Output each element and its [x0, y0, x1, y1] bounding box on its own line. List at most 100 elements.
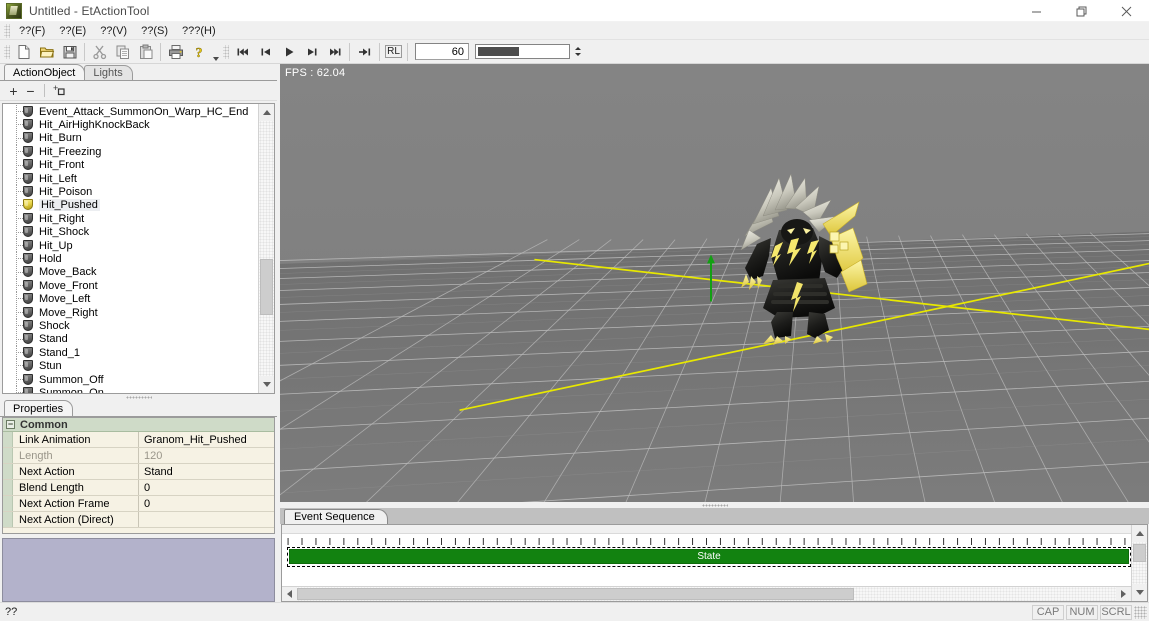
collapse-icon[interactable]: −: [6, 420, 15, 429]
tab-properties[interactable]: Properties: [4, 400, 74, 416]
tree-item[interactable]: Hit_Front: [3, 158, 258, 172]
step-forward-icon[interactable]: [300, 41, 323, 63]
timeline-scroll-track[interactable]: [297, 587, 1116, 601]
skip-to-end-icon[interactable]: [323, 41, 346, 63]
timeline-vertical-scrollbar[interactable]: [1131, 525, 1147, 601]
maximize-button[interactable]: [1059, 0, 1104, 22]
timeline-scroll-thumb[interactable]: [297, 588, 854, 600]
toolbar-drag-grip-1[interactable]: [4, 44, 10, 59]
floppy-disk-icon[interactable]: [58, 41, 81, 63]
property-row[interactable]: Blend Length 0: [3, 480, 274, 496]
add-item-button[interactable]: +: [5, 82, 22, 99]
viewport-3d[interactable]: FPS : 62.04: [280, 64, 1149, 502]
remove-item-button[interactable]: −: [22, 82, 39, 99]
tree-item[interactable]: Hit_Shock: [3, 225, 258, 239]
tree-item[interactable]: Move_Left: [3, 292, 258, 306]
property-value[interactable]: [139, 512, 274, 527]
tree-scroll-down-button[interactable]: [259, 376, 274, 393]
tree-item[interactable]: Summon_On: [3, 386, 258, 393]
scissors-icon[interactable]: [88, 41, 111, 63]
tree-item[interactable]: Hit_Up: [3, 238, 258, 253]
property-value[interactable]: 0: [139, 480, 274, 495]
menu-settings[interactable]: ??(S): [134, 23, 175, 39]
tree-item[interactable]: Hit_Pushed: [3, 198, 258, 213]
timeline-vscroll-thumb[interactable]: [1133, 544, 1146, 562]
tree-item[interactable]: Hold: [3, 252, 258, 266]
tree-item[interactable]: Event_Attack_SummonOn_Warp_HC_End: [3, 105, 258, 119]
question-key-icon[interactable]: ?: [187, 41, 210, 63]
clipboard-icon[interactable]: [134, 41, 157, 63]
jump-to-end-icon[interactable]: [353, 41, 376, 63]
tree-item[interactable]: Shock: [3, 319, 258, 333]
new-folder-icon[interactable]: +: [50, 82, 67, 99]
timeline-scroll-down-button[interactable]: [1132, 584, 1147, 601]
tree-item[interactable]: Hit_Burn: [3, 131, 258, 146]
tree-item[interactable]: Stun: [3, 359, 258, 373]
open-folder-icon[interactable]: [35, 41, 58, 63]
timeline-scroll-up-button[interactable]: [1132, 525, 1147, 542]
close-button[interactable]: [1104, 0, 1149, 22]
tree-vertical-scrollbar[interactable]: [258, 104, 274, 393]
timeline-scroll-left-button[interactable]: [282, 587, 297, 601]
tree-item[interactable]: Hit_Poison: [3, 185, 258, 199]
copy-icon[interactable]: [111, 41, 134, 63]
toolbar-drag-grip-2[interactable]: [223, 44, 229, 59]
tree-scroll-thumb[interactable]: [260, 258, 273, 315]
tree-item[interactable]: Move_Back: [3, 265, 258, 280]
property-row[interactable]: Next Action Stand: [3, 464, 274, 480]
shield-glyph: [23, 373, 33, 385]
tree-item[interactable]: Stand_1: [3, 346, 258, 360]
menu-edit[interactable]: ??(E): [52, 23, 93, 39]
property-category-common[interactable]: − Common: [3, 418, 274, 432]
property-row[interactable]: Link Animation Granom_Hit_Pushed: [3, 432, 274, 448]
property-value[interactable]: 120: [139, 448, 274, 463]
skip-to-start-icon[interactable]: [231, 41, 254, 63]
chevron-down-icon: [262, 382, 271, 387]
property-row[interactable]: Next Action (Direct): [3, 512, 274, 528]
tree-item[interactable]: Stand: [3, 332, 258, 347]
property-value[interactable]: Stand: [139, 464, 274, 479]
loop-range-button[interactable]: RL: [383, 41, 404, 63]
minimize-button[interactable]: [1014, 0, 1059, 22]
menu-drag-grip[interactable]: [4, 23, 10, 38]
window-resize-grip[interactable]: [1134, 605, 1147, 619]
frame-number-input[interactable]: 60: [415, 43, 469, 60]
tree-scroll-track[interactable]: [259, 121, 274, 376]
frame-slider[interactable]: [475, 44, 570, 59]
timeline-track-area[interactable]: State: [282, 547, 1131, 586]
timeline-scroll-right-button[interactable]: [1116, 587, 1131, 601]
menu-help[interactable]: ???(H): [175, 23, 223, 39]
tree-item[interactable]: Move_Right: [3, 305, 258, 320]
timeline-vscroll-track[interactable]: [1132, 542, 1147, 584]
tab-actionobject[interactable]: ActionObject: [4, 64, 86, 80]
tree-item[interactable]: Hit_Left: [3, 171, 258, 186]
tab-event-sequence[interactable]: Event Sequence: [284, 509, 388, 524]
property-row[interactable]: Next Action Frame 0: [3, 496, 274, 512]
printer-icon[interactable]: [164, 41, 187, 63]
window-title: Untitled - EtActionTool: [29, 3, 150, 18]
tree-item[interactable]: Hit_Freezing: [3, 145, 258, 159]
tree-item[interactable]: Hit_AirHighKnockBack: [3, 118, 258, 132]
play-icon[interactable]: [277, 41, 300, 63]
toolbar-overflow-button[interactable]: [210, 41, 221, 63]
frame-spinner[interactable]: [572, 43, 583, 61]
menu-file[interactable]: ??(F): [12, 23, 52, 39]
frame-spinner-down-icon[interactable]: [574, 53, 581, 56]
tab-lights[interactable]: Lights: [84, 65, 133, 80]
tree-item[interactable]: Summon_Off: [3, 372, 258, 387]
timeline-ruler[interactable]: [282, 534, 1131, 547]
property-row[interactable]: Length 120: [3, 448, 274, 464]
timeline-horizontal-scrollbar[interactable]: [282, 586, 1131, 601]
new-document-icon[interactable]: [12, 41, 35, 63]
property-value[interactable]: Granom_Hit_Pushed: [139, 432, 274, 447]
state-track[interactable]: State: [289, 549, 1129, 564]
tree-scroll-up-button[interactable]: [259, 104, 274, 121]
step-back-icon[interactable]: [254, 41, 277, 63]
menu-view[interactable]: ??(V): [93, 23, 134, 39]
tree-item[interactable]: Hit_Right: [3, 212, 258, 226]
action-tree-list[interactable]: Event_Attack_SummonOn_Warp_HC_End Hit_Air…: [3, 104, 258, 393]
property-value[interactable]: 0: [139, 496, 274, 511]
frame-spinner-up-icon[interactable]: [574, 47, 581, 50]
tree-item-label: Hit_AirHighKnockBack: [39, 119, 150, 132]
tree-item[interactable]: Move_Front: [3, 279, 258, 293]
